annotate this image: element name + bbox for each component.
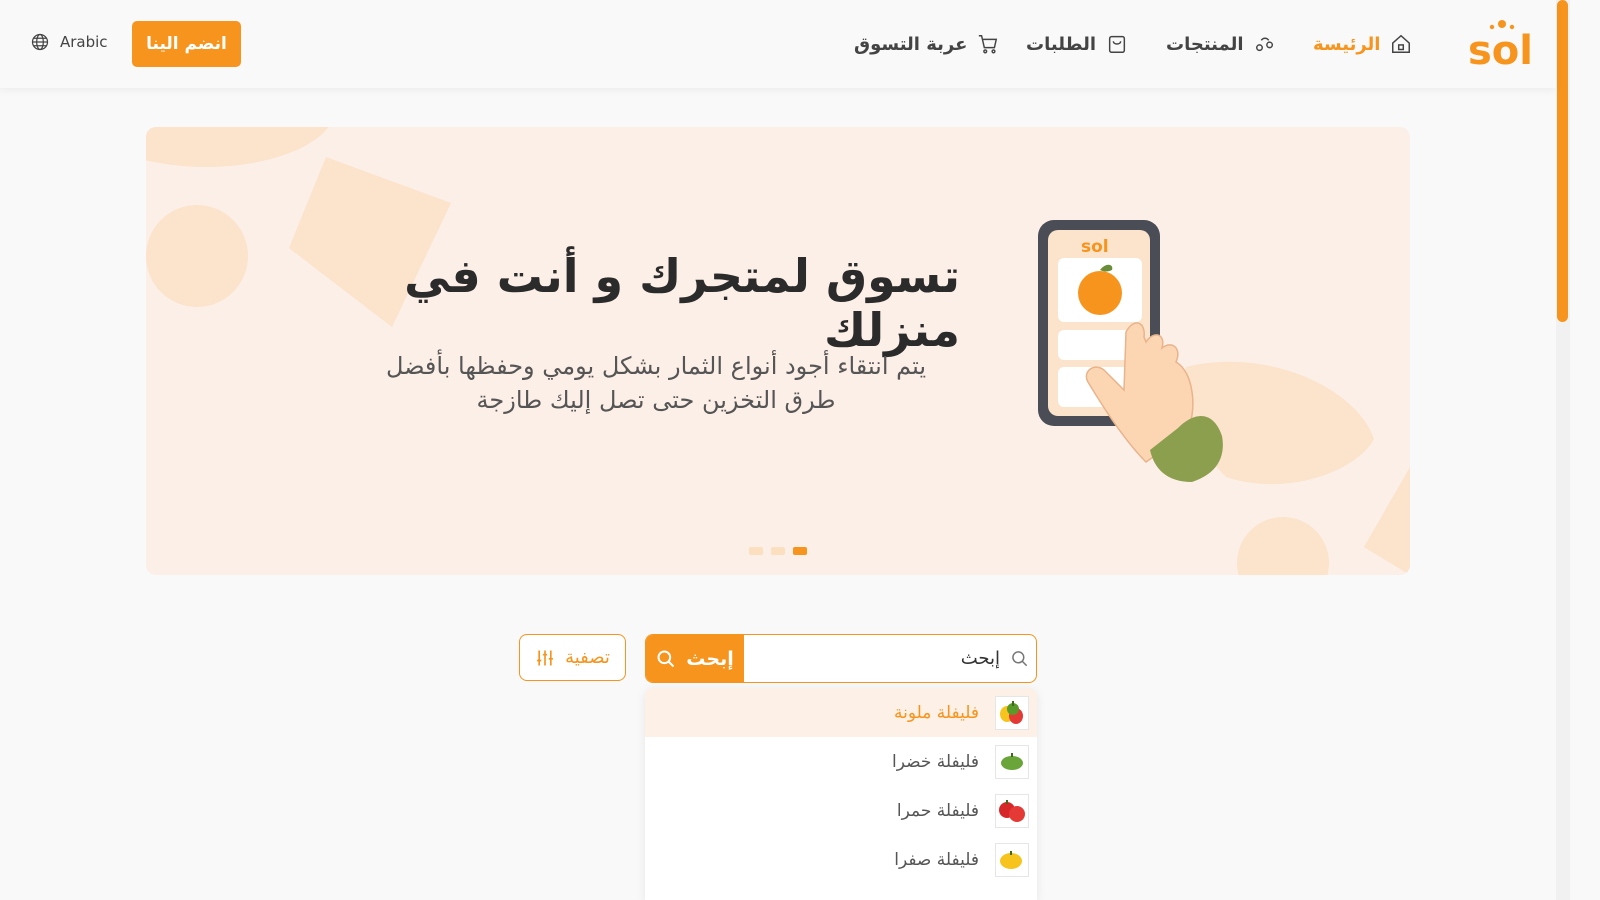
mixed-peppers-icon [1000, 700, 1023, 724]
carousel-dot-3[interactable] [793, 547, 807, 555]
nav-home[interactable]: الرئيسة [1313, 30, 1412, 58]
orders-bag-icon [1108, 35, 1126, 53]
search-button-label: إبحث [686, 647, 734, 670]
home-icon [1392, 34, 1411, 53]
nav-products[interactable]: المنتجات [1166, 30, 1276, 58]
suggestion-item[interactable]: فليفلة ملونة [645, 688, 1037, 737]
nav-home-label: الرئيسة [1313, 33, 1381, 55]
nav-cart[interactable]: عربة التسوق [854, 30, 999, 58]
carousel-indicators [749, 547, 807, 555]
filter-sliders-icon [537, 650, 554, 665]
nav-products-label: المنتجات [1166, 33, 1244, 55]
nav-cart-label: عربة التسوق [854, 33, 968, 55]
green-pepper-icon [1001, 752, 1023, 770]
phone-illustration: sol [1038, 220, 1223, 482]
products-icon [1255, 37, 1273, 52]
suggestion-thumb [995, 744, 1029, 779]
filter-button-label: تصفية [565, 647, 610, 668]
top-header: sol الرئيسة المنتجات الطلبات عربة التسوق… [0, 0, 1556, 88]
search-bar: إبحث [645, 634, 1037, 683]
search-input[interactable] [746, 635, 1004, 682]
suggestion-thumb [995, 842, 1029, 877]
suggestion-item[interactable]: فليفلة خضرا [645, 737, 1037, 786]
sol-logo[interactable]: sol [1466, 18, 1540, 70]
logo-text: sol [1468, 28, 1533, 70]
hero-banner: sol تسوق لمتجرك و أنت في منزلك يتم انتقا… [146, 127, 1410, 575]
suggestion-thumb [995, 793, 1029, 828]
search-field-icon [1012, 651, 1028, 667]
suggestion-item[interactable]: فليفلة حمرا [645, 786, 1037, 835]
join-us-button[interactable]: انضم الينا [132, 21, 241, 67]
filter-button[interactable]: تصفية [519, 634, 626, 681]
suggestion-item[interactable]: فليفلة صفرا [645, 835, 1037, 884]
nav-orders[interactable]: الطلبات [1026, 30, 1128, 58]
search-icon [657, 650, 675, 667]
banner-subtitle-line-1: يتم انتقاء أجود أنواع الثمار بشكل يومي و… [385, 352, 927, 380]
page-scrollbar-thumb[interactable] [1557, 0, 1568, 322]
suggestion-label: فليفلة ملونة [894, 702, 979, 723]
phone-logo-text: sol [1081, 237, 1109, 257]
banner-title: تسوق لمتجرك و أنت في منزلك [404, 249, 960, 357]
language-label: Arabic [60, 33, 108, 51]
suggestion-label: فليفلة حمرا [896, 800, 979, 821]
carousel-dot-2[interactable] [771, 547, 785, 555]
search-suggestions: فليفلة ملونة فليفلة خضرا فليفلة حمرا فلي… [645, 688, 1037, 900]
search-button[interactable]: إبحث [646, 635, 744, 682]
globe-icon [31, 33, 49, 51]
language-selector[interactable]: Arabic [30, 32, 108, 52]
suggestion-label: فليفلة خضرا [892, 751, 979, 772]
nav-orders-label: الطلبات [1026, 33, 1097, 55]
cart-icon [979, 35, 998, 54]
banner-subtitle-line-2: طرق التخزين حتى تصل إليك طازجة [476, 386, 836, 414]
suggestion-thumb [995, 695, 1029, 730]
red-pepper-icon [999, 799, 1025, 822]
suggestion-label: فليفلة صفرا [894, 849, 979, 870]
carousel-dot-1[interactable] [749, 547, 763, 555]
yellow-pepper-icon [1000, 850, 1022, 869]
banner-subtitle: يتم انتقاء أجود أنواع الثمار بشكل يومي و… [326, 349, 986, 417]
